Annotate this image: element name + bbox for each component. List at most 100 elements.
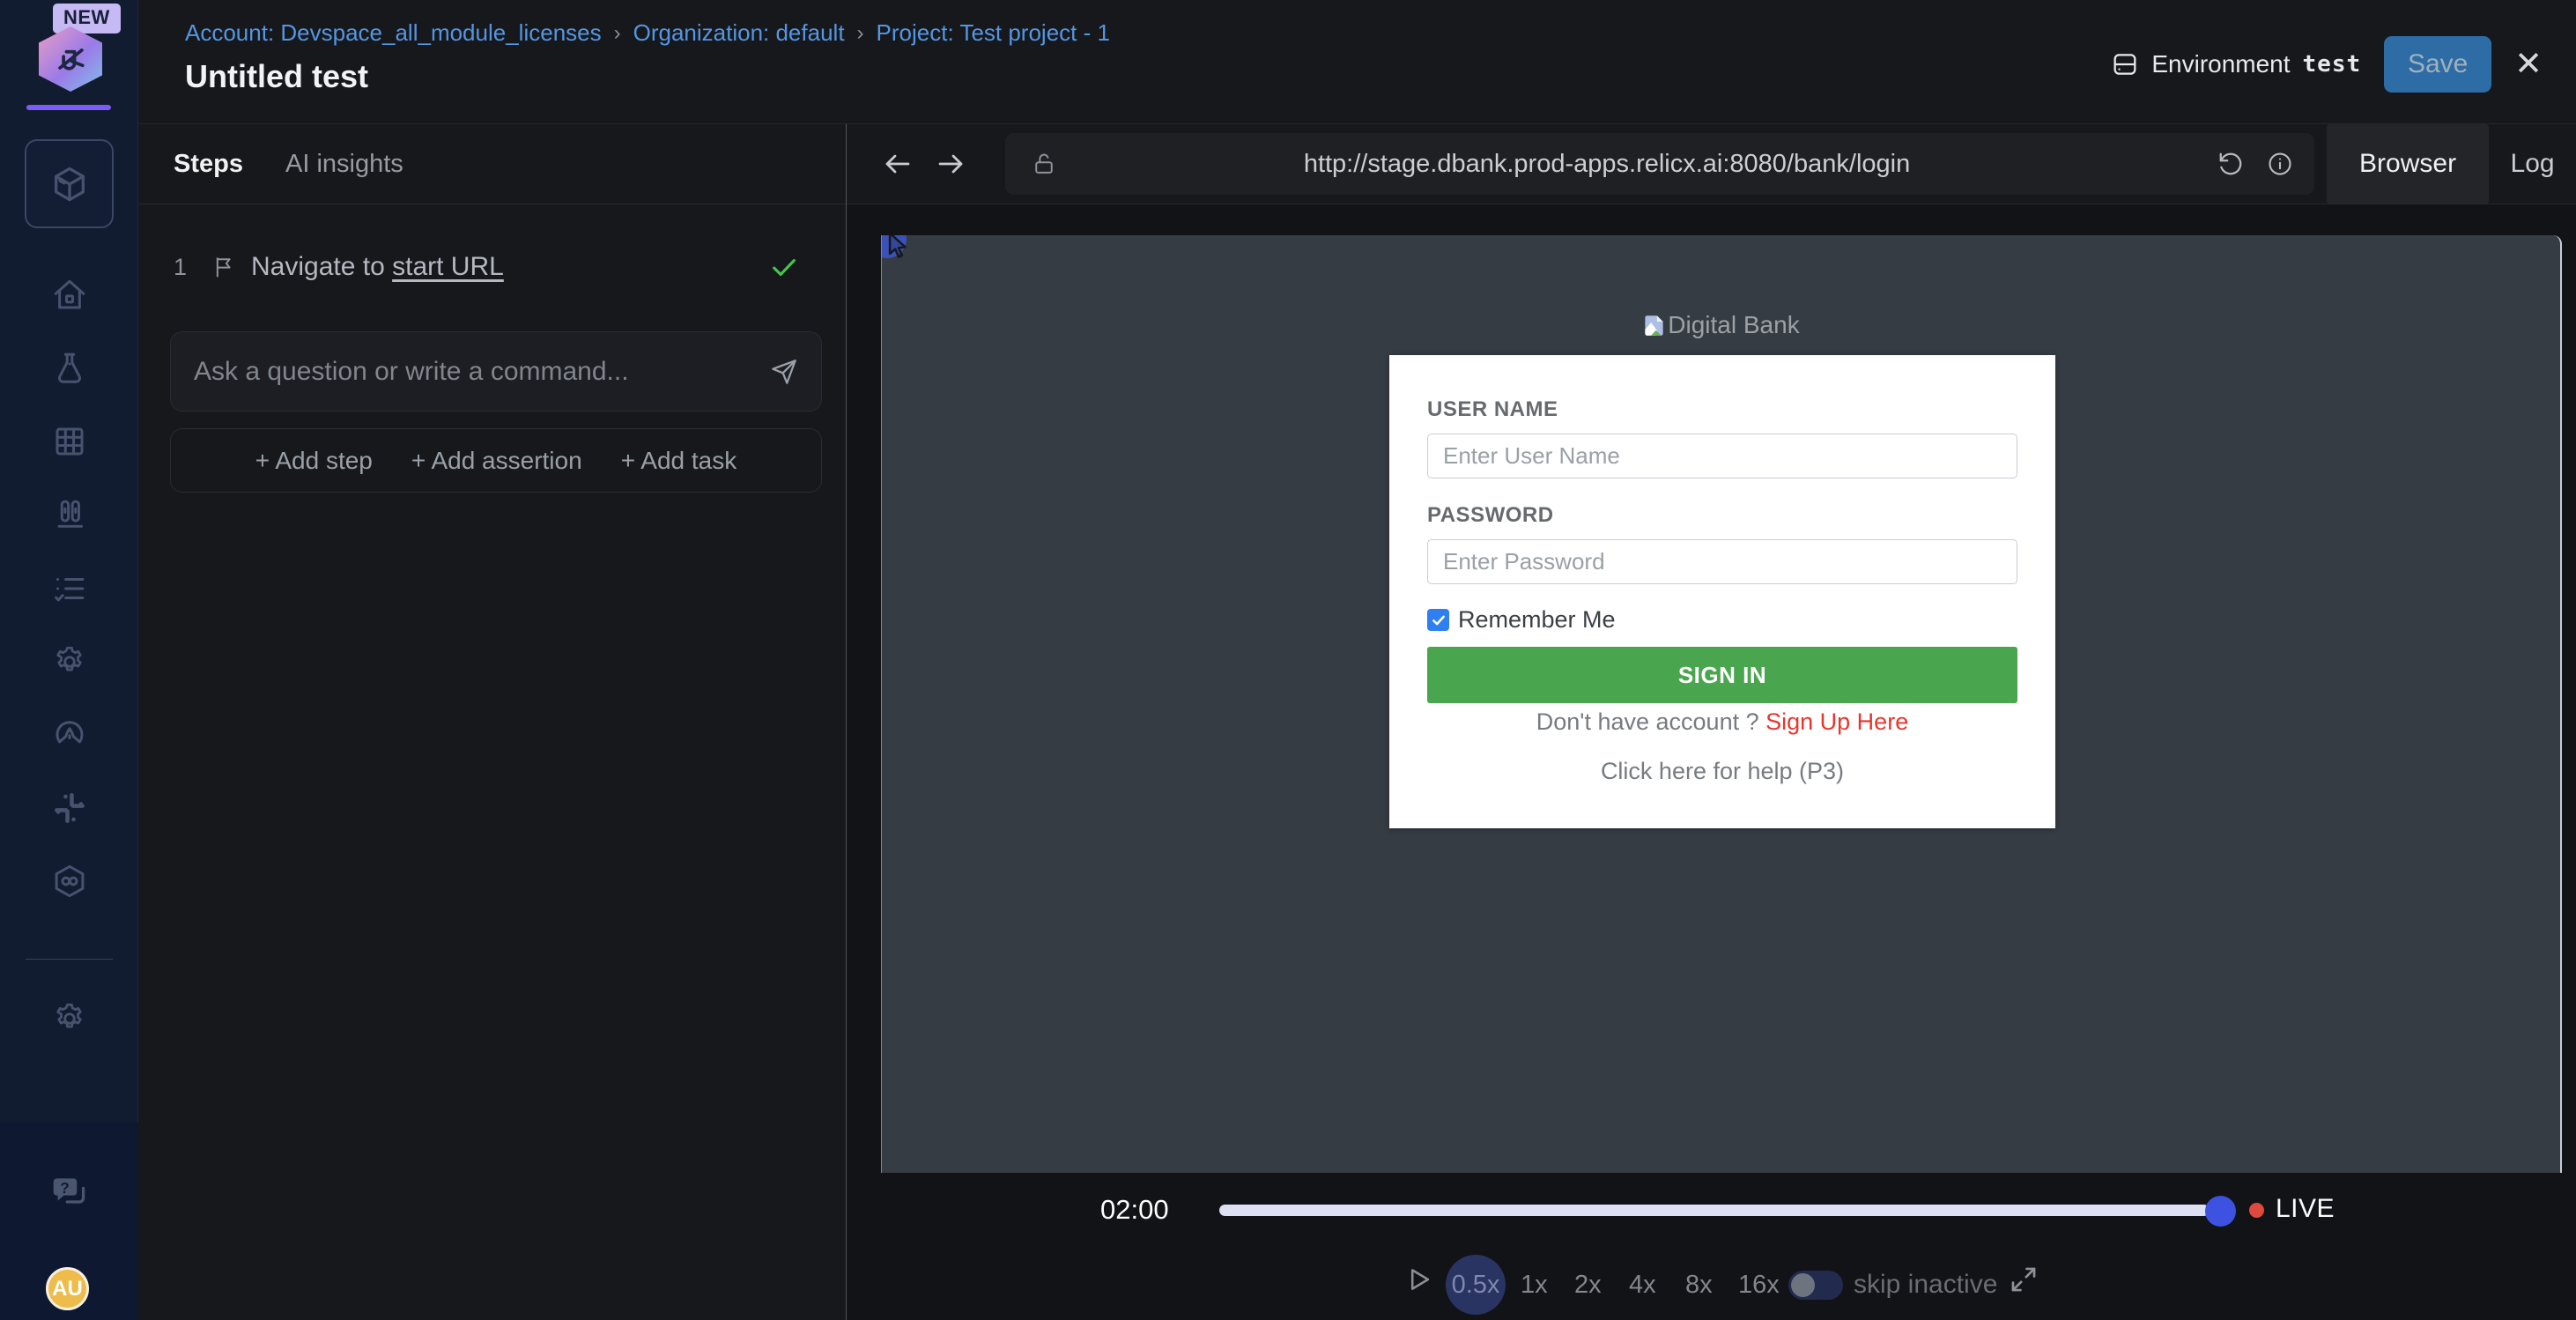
slack-icon xyxy=(51,790,88,827)
sidebar-item-integrations[interactable] xyxy=(49,788,89,827)
close-icon[interactable]: ✕ xyxy=(2514,48,2543,81)
tab-ai-insights[interactable]: AI insights xyxy=(285,150,403,179)
step-actions-bar: + Add step + Add assertion + Add task xyxy=(170,428,822,493)
help-chat-button[interactable]: ? xyxy=(49,1172,89,1212)
step-success-check-icon xyxy=(769,252,799,282)
start-url-link[interactable]: start URL xyxy=(392,252,504,281)
command-input-container xyxy=(170,331,822,412)
remember-me-checkbox[interactable] xyxy=(1427,609,1449,631)
help-link[interactable]: Click here for help (P3) xyxy=(1389,758,2055,785)
breadcrumb-organization[interactable]: Organization: default xyxy=(633,19,845,47)
login-card: USER NAME PASSWORD Remember Me SIGN IN D… xyxy=(1389,355,2055,828)
sidebar-item-explore[interactable] xyxy=(49,715,89,754)
breadcrumb-separator: › xyxy=(614,21,621,46)
speed-16x-button[interactable]: 16x xyxy=(1738,1254,1780,1316)
command-input[interactable] xyxy=(171,357,770,387)
signup-prompt: Don't have account ? xyxy=(1536,708,1759,735)
sidebar: NEW xyxy=(0,0,138,1320)
environment-selector[interactable]: Environment test xyxy=(2111,50,2361,78)
back-arrow-icon[interactable] xyxy=(882,148,914,180)
speed-0-5x-button[interactable]: 0.5x xyxy=(1446,1255,1506,1315)
environment-drive-icon xyxy=(2111,50,2139,78)
sidebar-item-runs[interactable] xyxy=(49,494,89,534)
tab-log[interactable]: Log xyxy=(2489,149,2576,179)
home-icon xyxy=(51,277,88,314)
signup-row: Don't have account ? Sign Up Here xyxy=(1389,708,2055,736)
url-bar-actions xyxy=(2217,151,2293,177)
checklist-icon xyxy=(51,570,88,607)
password-field[interactable] xyxy=(1427,539,2017,584)
signup-link[interactable]: Sign Up Here xyxy=(1765,708,1908,735)
play-button[interactable] xyxy=(1404,1264,1434,1294)
browser-toolbar: http://stage.dbank.prod-apps.relicx.ai:8… xyxy=(847,124,2576,204)
sidebar-item-config[interactable] xyxy=(49,641,89,681)
breadcrumb-project[interactable]: Project: Test project - 1 xyxy=(877,19,1110,47)
logo-glyph-icon xyxy=(51,40,90,78)
skip-inactive-toggle[interactable] xyxy=(1788,1271,1843,1300)
speed-1x-button[interactable]: 1x xyxy=(1521,1254,1548,1316)
breadcrumb-account[interactable]: Account: Devspace_all_module_licenses xyxy=(185,19,602,47)
add-task-button[interactable]: + Add task xyxy=(621,447,737,475)
seek-bar[interactable] xyxy=(1219,1205,2210,1216)
sidebar-item-settings[interactable] xyxy=(49,998,89,1038)
forward-arrow-icon[interactable] xyxy=(935,148,966,180)
header-actions: Environment test Save ✕ xyxy=(2111,35,2543,93)
steps-tabs: Steps AI insights xyxy=(138,124,846,204)
sidebar-item-home[interactable] xyxy=(49,275,89,315)
cube-icon xyxy=(49,164,90,204)
send-icon[interactable] xyxy=(770,358,798,386)
app-window: NEW xyxy=(0,0,2576,1320)
live-indicator-dot xyxy=(2249,1203,2264,1218)
remember-me-row[interactable]: Remember Me xyxy=(1427,606,1616,634)
tab-browser[interactable]: Browser xyxy=(2327,124,2489,204)
browser-viewport[interactable]: Digital Bank USER NAME PASSWORD Remember… xyxy=(881,235,2562,1173)
skip-inactive-label: skip inactive xyxy=(1854,1254,1997,1316)
playback-time: 02:00 xyxy=(1100,1194,1169,1226)
tab-steps[interactable]: Steps xyxy=(174,150,243,179)
live-label: LIVE xyxy=(2276,1194,2335,1224)
columns-icon xyxy=(51,496,88,533)
seek-thumb[interactable] xyxy=(2205,1196,2236,1227)
step-row-1[interactable]: 1 Navigate to start URL xyxy=(174,241,811,293)
speed-4x-button[interactable]: 4x xyxy=(1629,1254,1656,1316)
url-bar[interactable]: http://stage.dbank.prod-apps.relicx.ai:8… xyxy=(1005,133,2314,195)
sidebar-item-checklist[interactable] xyxy=(49,568,89,608)
info-icon[interactable] xyxy=(2267,151,2293,177)
breadcrumb: Account: Devspace_all_module_licenses › … xyxy=(185,19,1110,47)
steps-panel: Steps AI insights 1 Navigate to start UR… xyxy=(138,124,847,1320)
step-text-prefix: Navigate to xyxy=(251,252,385,281)
sidebar-item-suites[interactable] xyxy=(49,421,89,461)
user-avatar[interactable]: AU xyxy=(46,1267,89,1310)
playback-controls: 0.5x 1x 2x 4x 8x 16x skip inactive xyxy=(847,1254,2576,1316)
step-number: 1 xyxy=(174,254,212,281)
speed-8x-button[interactable]: 8x xyxy=(1685,1254,1713,1316)
sidebar-item-pipelines[interactable] xyxy=(49,861,89,901)
sidebar-item-experiments[interactable] xyxy=(49,348,89,388)
username-field[interactable] xyxy=(1427,434,2017,478)
save-button[interactable]: Save xyxy=(2384,36,2491,93)
flag-icon xyxy=(212,255,248,279)
explore-search-icon xyxy=(51,716,88,753)
password-label: PASSWORD xyxy=(1427,503,1554,528)
refresh-icon[interactable] xyxy=(2217,151,2244,177)
environment-value: test xyxy=(2303,51,2362,78)
svg-text:?: ? xyxy=(60,1179,70,1197)
browser-panel: http://stage.dbank.prod-apps.relicx.ai:8… xyxy=(847,124,2576,1320)
add-step-button[interactable]: + Add step xyxy=(255,447,373,475)
sign-in-button[interactable]: SIGN IN xyxy=(1427,647,2017,703)
toggle-knob xyxy=(1791,1273,1815,1297)
url-text[interactable]: http://stage.dbank.prod-apps.relicx.ai:8… xyxy=(1005,150,2209,179)
app-logo[interactable] xyxy=(39,26,102,92)
username-label: USER NAME xyxy=(1427,397,1558,422)
add-assertion-button[interactable]: + Add assertion xyxy=(411,447,582,475)
broken-image-icon xyxy=(1642,314,1666,337)
sidebar-item-tests-active[interactable] xyxy=(25,139,114,228)
breadcrumb-separator: › xyxy=(857,21,864,46)
speed-2x-button[interactable]: 2x xyxy=(1574,1254,1602,1316)
top-header: Account: Devspace_all_module_licenses › … xyxy=(138,0,2576,124)
page-title[interactable]: Untitled test xyxy=(185,58,368,95)
fullscreen-icon[interactable] xyxy=(2009,1264,2039,1294)
mouse-cursor-icon xyxy=(884,235,914,260)
gear-icon xyxy=(51,643,88,680)
help-chat-icon: ? xyxy=(50,1173,89,1212)
